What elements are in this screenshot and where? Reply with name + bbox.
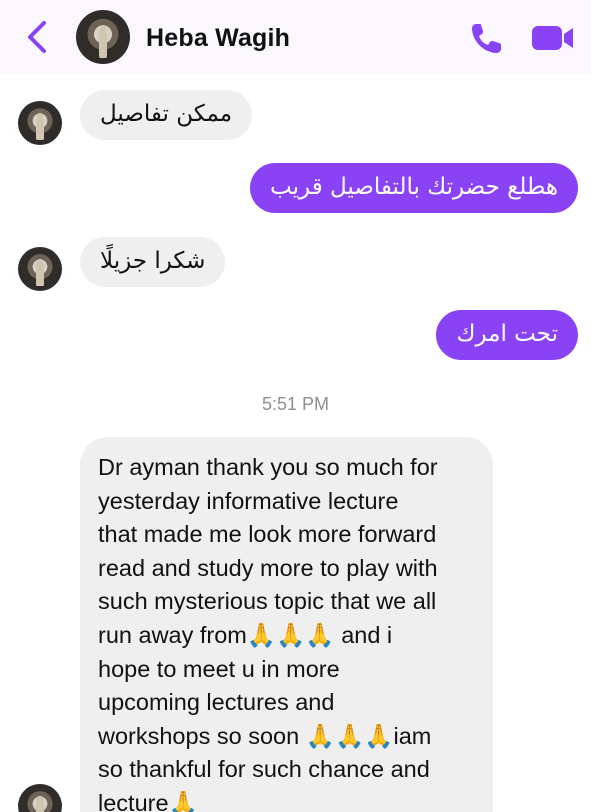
chat-header: Heba Wagih xyxy=(0,0,591,74)
contact-avatar-small[interactable] xyxy=(18,247,62,291)
message-line: workshops so soon 🙏🙏🙏iam xyxy=(98,722,432,749)
message-bubble-outgoing[interactable]: تحت امرك xyxy=(436,310,578,360)
contact-avatar-small[interactable] xyxy=(18,784,62,812)
message-line: Dr ayman thank you so much for xyxy=(98,454,438,480)
contact-name[interactable]: Heba Wagih xyxy=(146,24,290,53)
message-line: such mysterious topic that we all xyxy=(98,588,437,615)
message-line: run away from🙏🙏🙏 and i xyxy=(98,621,393,648)
contact-avatar[interactable] xyxy=(76,10,130,64)
message-bubble-incoming[interactable]: شكرا جزيلًا xyxy=(80,237,226,287)
message-line: so thankful for such chance and xyxy=(98,756,430,783)
message-bubble-outgoing[interactable]: هطلع حضرتك بالتفاصيل قريب xyxy=(250,163,578,213)
chevron-left-icon[interactable] xyxy=(22,18,52,56)
message-line: read and study more to play with xyxy=(98,554,438,581)
message-bubble-incoming[interactable]: ممكن تفاصيل xyxy=(80,90,253,140)
message-line: lecture🙏 xyxy=(98,789,198,812)
message-line: upcoming lectures and xyxy=(98,689,335,716)
message-bubble-incoming-long[interactable]: Dr ayman thank you so much for yesterday… xyxy=(80,437,493,812)
video-camera-icon[interactable] xyxy=(529,20,575,56)
message-line: that made me look more forward xyxy=(98,521,437,548)
message-timestamp: 5:51 PM xyxy=(261,394,330,414)
message-line: yesterday informative lecture xyxy=(98,487,399,514)
contact-avatar-small[interactable] xyxy=(18,101,62,145)
phone-icon[interactable] xyxy=(469,20,505,56)
message-line: hope to meet u in more xyxy=(98,655,340,682)
